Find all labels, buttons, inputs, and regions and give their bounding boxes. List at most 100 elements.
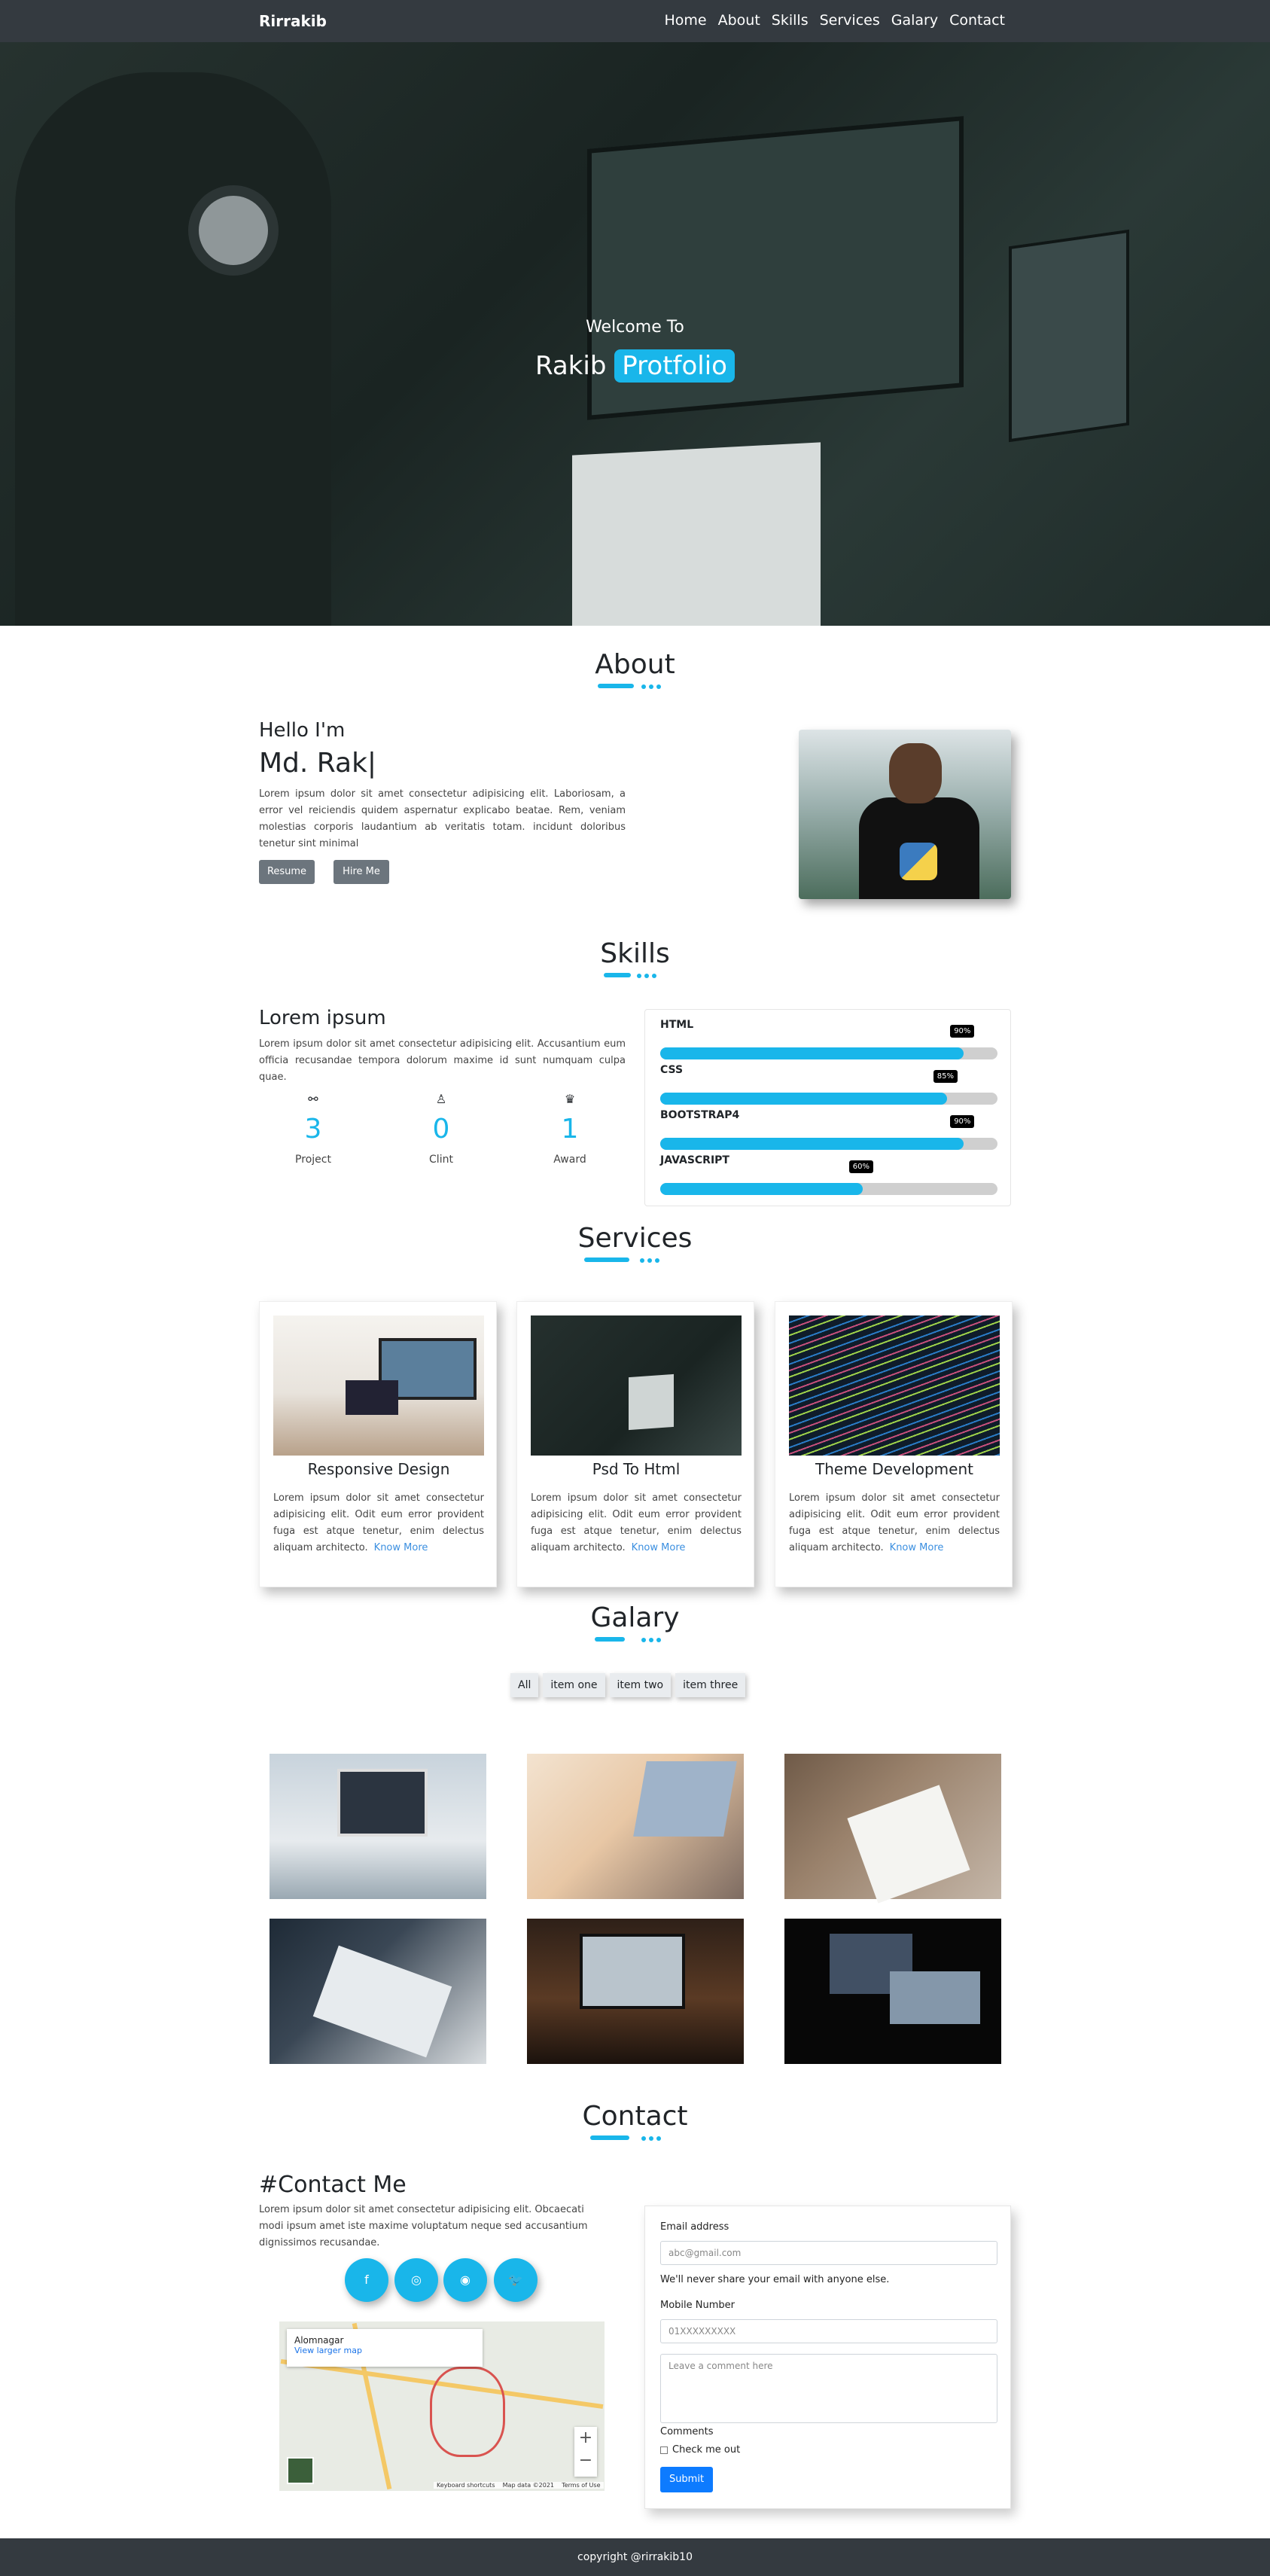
stat-value: 0 [432, 1114, 450, 1145]
twitter-icon[interactable]: 🐦 [494, 2258, 538, 2302]
services-title: Services [577, 1223, 693, 1254]
skill-html: HTML 90% [660, 1019, 997, 1059]
headphones-icon [188, 185, 279, 276]
hire-me-button[interactable]: Hire Me [333, 860, 389, 884]
gallery-underline [0, 1636, 1270, 1643]
filter-item-two[interactable]: item two [609, 1673, 672, 1697]
contact-form: Email address abc@gmail.com We'll never … [644, 2206, 1011, 2509]
contact-heading: #Contact Me [259, 2172, 407, 2198]
hero-laptop [572, 442, 821, 626]
map-data-credit: Map data ©2021 [502, 2482, 555, 2489]
skill-track [660, 1047, 997, 1059]
resume-button[interactable]: Resume [259, 860, 315, 884]
gallery-image[interactable] [270, 1919, 486, 2064]
hero-person [15, 72, 331, 626]
mobile-label: Mobile Number [660, 2300, 735, 2311]
nav-menu: Home About Skills Services Galary Contac… [665, 12, 1006, 29]
service-image [273, 1315, 484, 1456]
services-underline [0, 1256, 1270, 1264]
service-text: Lorem ipsum dolor sit amet consectetur a… [273, 1492, 484, 1553]
filter-all[interactable]: All [510, 1673, 539, 1697]
gallery-image[interactable] [527, 1919, 744, 2064]
stat-value: 3 [304, 1114, 322, 1145]
gallery-image[interactable] [784, 1919, 1001, 2064]
about-title: About [595, 649, 675, 680]
hero-banner: Welcome To Rakib Protfolio [0, 42, 1270, 626]
skills-subtitle: Lorem ipsum [259, 1007, 386, 1029]
skill-fill [660, 1138, 964, 1150]
stat-project: ⚯ 3 Project [268, 1092, 358, 1166]
nav-galary[interactable]: Galary [891, 12, 938, 29]
gallery-image[interactable] [784, 1754, 1001, 1904]
skills-underline [0, 971, 1270, 979]
skill-percent: 90% [950, 1115, 975, 1128]
service-image [531, 1315, 742, 1456]
nav-services[interactable]: Services [820, 12, 880, 29]
skill-track [660, 1183, 997, 1195]
gallery-image[interactable] [270, 1754, 486, 1899]
brand-logo[interactable]: Rirrakib [259, 12, 327, 30]
stat-label: Project [295, 1154, 331, 1166]
stat-label: Award [553, 1154, 586, 1166]
skills-title: Skills [600, 938, 670, 969]
gallery-image[interactable] [527, 1754, 744, 1899]
map-keyboard-shortcuts[interactable]: Keyboard shortcuts [437, 2482, 495, 2489]
skill-name: JAVASCRIPT [660, 1154, 729, 1166]
email-label: Email address [660, 2221, 729, 2233]
skills-progress-box: HTML 90% CSS 85% BOOTSTRAP4 90% JAVASCRI… [644, 1009, 1011, 1206]
hero-welcome: Welcome To [586, 318, 684, 337]
know-more-link[interactable]: Know More [890, 1542, 944, 1553]
navbar: Rirrakib Home About Skills Services Gala… [0, 0, 1270, 42]
instagram-icon[interactable]: ◎ [394, 2258, 438, 2302]
filter-item-one[interactable]: item one [543, 1673, 605, 1697]
facebook-icon[interactable]: f [345, 2258, 388, 2302]
check-me-checkbox[interactable] [660, 2446, 668, 2454]
nav-contact[interactable]: Contact [949, 12, 1005, 29]
skill-css: CSS 85% [660, 1064, 997, 1105]
service-image [789, 1315, 1000, 1456]
map-terms[interactable]: Terms of Use [562, 2482, 600, 2489]
stat-clint: ♙ 0 Clint [396, 1092, 486, 1166]
hero-highlight: Protfolio [614, 349, 735, 383]
map-satellite-toggle[interactable] [287, 2457, 314, 2484]
map-zoom-controls[interactable]: + − [574, 2427, 597, 2477]
about-hello: Hello I'm [259, 719, 346, 742]
stat-value: 1 [561, 1114, 579, 1145]
skill-name: HTML [660, 1019, 694, 1031]
service-card-theme: Theme Development Lorem ipsum dolor sit … [775, 1301, 1013, 1587]
know-more-link[interactable]: Know More [374, 1542, 428, 1553]
trophy-icon: ♛ [564, 1092, 576, 1106]
skill-fill [660, 1047, 964, 1059]
service-title: Psd To Html [592, 1460, 681, 1478]
hero-title: Rakib Protfolio [0, 349, 1270, 383]
filter-item-three[interactable]: item three [675, 1673, 746, 1697]
stat-label: Clint [429, 1154, 453, 1166]
client-icon: ♙ [435, 1092, 447, 1106]
skill-percent: 85% [933, 1070, 958, 1083]
mobile-field[interactable]: 01XXXXXXXXX [660, 2319, 997, 2343]
skill-fill [660, 1093, 947, 1105]
submit-button[interactable]: Submit [660, 2467, 713, 2492]
skill-fill [660, 1183, 863, 1195]
comments-label: Comments [660, 2426, 714, 2437]
github-icon[interactable]: ◉ [443, 2258, 487, 2302]
service-title: Responsive Design [307, 1460, 450, 1478]
stat-award: ♛ 1 Award [525, 1092, 615, 1166]
about-text: Lorem ipsum dolor sit amet consectetur a… [259, 788, 626, 849]
contact-text: Lorem ipsum dolor sit amet consectetur a… [259, 2204, 588, 2248]
know-more-link[interactable]: Know More [632, 1542, 686, 1553]
nav-home[interactable]: Home [665, 12, 707, 29]
map-larger-link[interactable]: View larger map [294, 2346, 475, 2355]
nav-about[interactable]: About [718, 12, 760, 29]
hero-name: Rakib [535, 351, 607, 381]
skill-bootstrap4: BOOTSTRAP4 90% [660, 1109, 997, 1150]
google-map[interactable]: Alomnagar View larger map + − Keyboard sh… [279, 2321, 605, 2491]
nav-skills[interactable]: Skills [772, 12, 809, 29]
email-field[interactable]: abc@gmail.com [660, 2241, 997, 2265]
comment-field[interactable]: Leave a comment here [660, 2354, 997, 2423]
skill-javascript: JAVASCRIPT 60% [660, 1154, 997, 1195]
skills-text: Lorem ipsum dolor sit amet consectetur a… [259, 1038, 626, 1083]
email-help: We'll never share your email with anyone… [660, 2274, 890, 2285]
check-row: Check me out [660, 2444, 740, 2456]
check-label: Check me out [672, 2444, 741, 2456]
